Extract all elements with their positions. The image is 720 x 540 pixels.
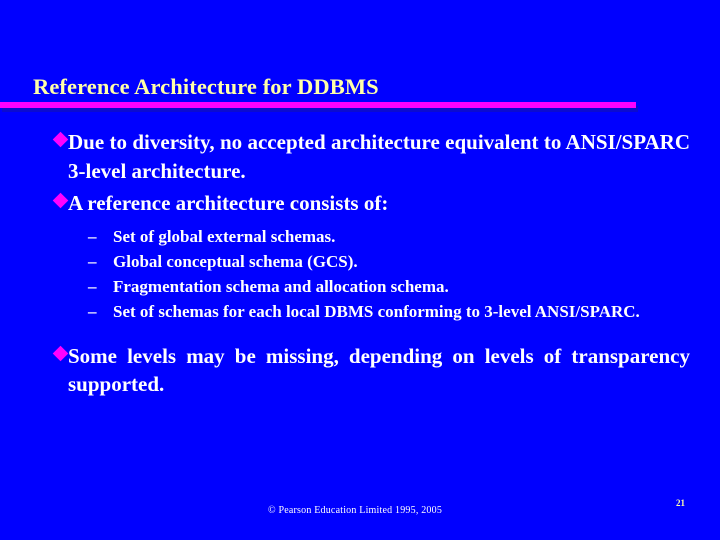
sub-bullet-item-1-label: Set of global external schemas. (113, 226, 336, 246)
slide-canvas: Reference Architecture for DDBMS Due to … (0, 0, 720, 540)
dash-bullet-icon: – (88, 251, 97, 271)
bullet-item-1-label: Due to diversity, no accepted architectu… (68, 130, 690, 183)
sub-bullet-item-4-label: Set of schemas for each local DBMS confo… (113, 301, 640, 321)
sub-bullet-item-2: – Global conceptual schema (GCS). (0, 249, 720, 274)
bullet-list-level2: – Set of global external schemas. – Glob… (0, 224, 720, 324)
bullet-item-1: Due to diversity, no accepted architectu… (0, 128, 720, 185)
sub-bullet-item-3-label: Fragmentation schema and allocation sche… (113, 276, 449, 296)
sub-bullet-item-2-label: Global conceptual schema (GCS). (113, 251, 358, 271)
diamond-bullet-icon (52, 131, 69, 148)
diamond-bullet-icon (52, 192, 69, 209)
dash-bullet-icon: – (88, 226, 97, 246)
dash-bullet-icon: – (88, 301, 97, 321)
sub-bullet-item-4: – Set of schemas for each local DBMS con… (0, 299, 720, 324)
bullet-item-3-label: Some levels may be missing, depending on… (68, 343, 690, 397)
title-divider-rule (0, 102, 636, 108)
bullet-item-2-label: A reference architecture consists of: (68, 191, 389, 215)
bullet-item-2: A reference architecture consists of: (0, 189, 720, 218)
page-title: Reference Architecture for DDBMS (33, 74, 379, 99)
slide-page-number: 21 (676, 498, 685, 508)
copyright-notice: © Pearson Education Limited 1995, 2005 (267, 505, 443, 516)
sub-bullet-item-1: – Set of global external schemas. (0, 224, 720, 249)
bullet-item-3: Some levels may be missing, depending on… (0, 342, 720, 399)
diamond-bullet-icon (52, 345, 69, 361)
bullet-list-level1: Due to diversity, no accepted architectu… (0, 128, 720, 399)
dash-bullet-icon: – (88, 276, 97, 296)
sub-bullet-item-3: – Fragmentation schema and allocation sc… (0, 274, 720, 299)
slide-body: Due to diversity, no accepted architectu… (0, 128, 720, 399)
